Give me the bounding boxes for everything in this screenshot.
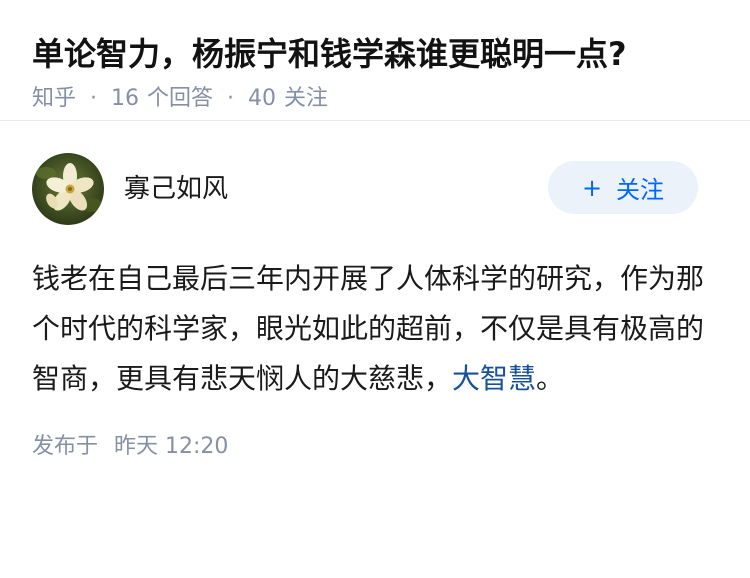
answer-content[interactable]: 钱老在自己最后三年内开展了人体科学的研究，作为那个时代的科学家，眼光如此的超前，… [32,254,704,404]
meta-separator: · [90,86,98,111]
source-label: 知乎 [32,86,77,111]
question-header: 单论智力，杨振宁和钱学森谁更聪明一点? 知乎 · 16 个回答 · 40 关注 [0,0,750,121]
answer-text: 钱老在自己最后三年内开展了人体科学的研究，作为那个时代的科学家，眼光如此的超前，… [32,262,705,395]
answer-text-end: 。 [536,362,565,395]
answer-card: 寡己如风 + 关注 钱老在自己最后三年内开展了人体科学的研究，作为那个时代的科学… [0,152,750,462]
author-name[interactable]: 寡己如风 [124,168,228,205]
answers-label: 个回答 [147,86,214,111]
answers-count-link[interactable]: 16 个回答 [111,84,213,114]
published-label: 发布于 [32,434,99,459]
answer-link[interactable]: 大智慧 [452,362,536,395]
answers-count: 16 [111,86,140,111]
publish-info: 发布于 昨天 12:20 [32,432,718,462]
question-meta: 知乎 · 16 个回答 · 40 关注 [32,84,718,114]
avatar-flower-image [32,153,104,225]
follows-label: 关注 [284,86,329,111]
follows-count-link[interactable]: 40 关注 [248,84,328,114]
follow-button-label: 关注 [616,176,665,204]
author-row: 寡己如风 + 关注 [32,152,718,226]
plus-icon: + [581,173,603,202]
question-title[interactable]: 单论智力，杨振宁和钱学森谁更聪明一点? [32,30,718,78]
avatar[interactable] [32,153,104,225]
follow-button[interactable]: + 关注 [548,161,698,214]
published-time: 昨天 12:20 [114,434,229,459]
follows-count: 40 [248,86,277,111]
meta-separator: · [227,86,235,111]
